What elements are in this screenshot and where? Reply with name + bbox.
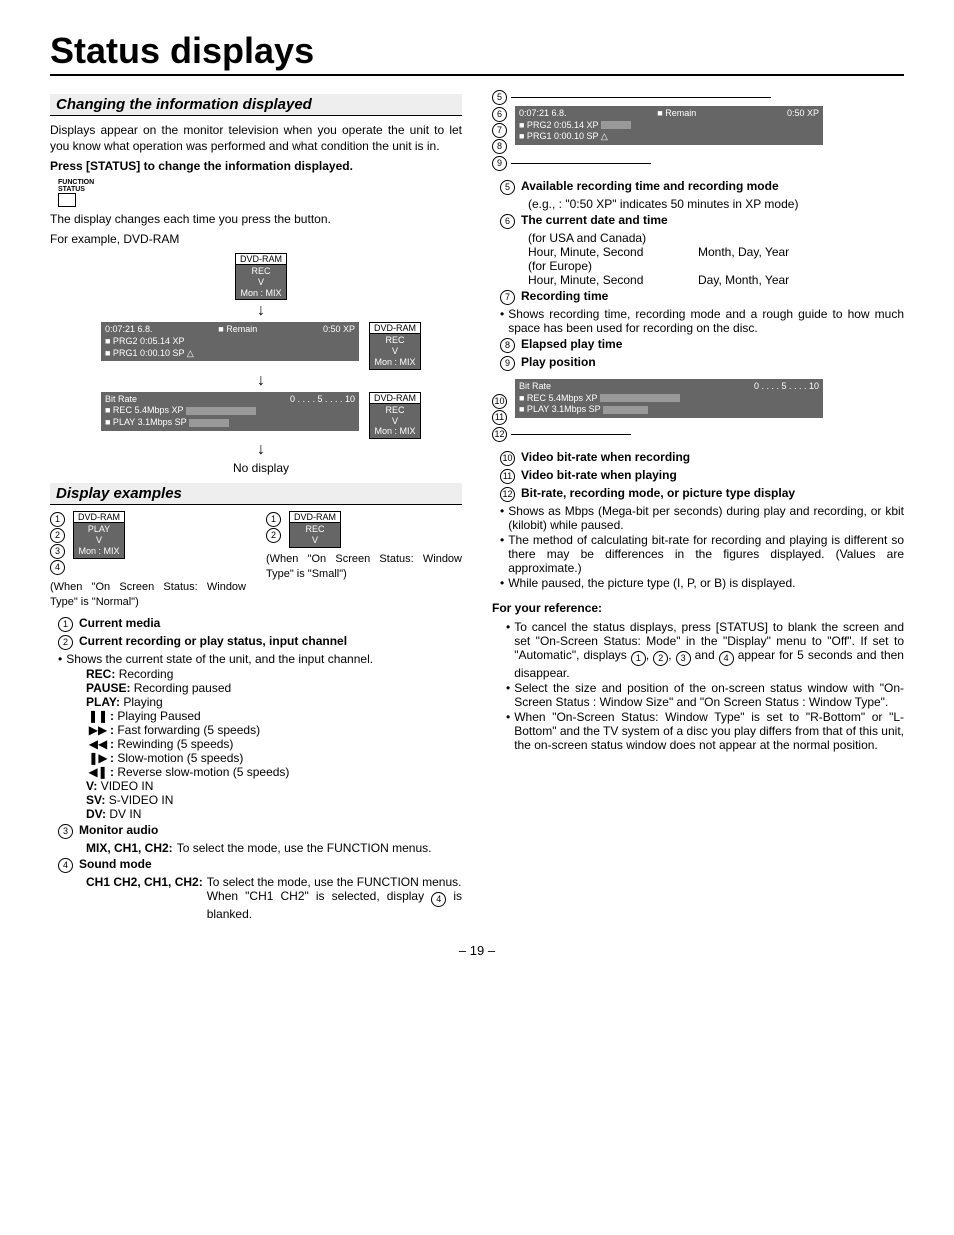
callout-6-icon: 6 bbox=[492, 107, 507, 122]
num-8-icon: 8 bbox=[500, 338, 515, 353]
ref-3: When "On-Screen Status: Window Type" is … bbox=[514, 710, 904, 752]
num-5-icon: 5 bbox=[500, 180, 515, 195]
normal-caption: (When "On Screen Status: Window Type" is… bbox=[50, 580, 246, 610]
callout-3-icon: 3 bbox=[50, 544, 65, 559]
callout-8-icon: 8 bbox=[492, 139, 507, 154]
item-2-desc: Shows the current state of the unit, and… bbox=[66, 652, 373, 666]
page-title: Status displays bbox=[50, 30, 904, 76]
section-heading-changing: Changing the information displayed bbox=[50, 94, 462, 116]
callout-5-icon: 5 bbox=[492, 90, 507, 105]
osd-bitrate-right: Bit Rate0 . . . . 5 . . . . 10 ■ REC 5.4… bbox=[515, 379, 823, 418]
osd-bitrate: Bit Rate0 . . . . 5 . . . . 10 ■ REC 5.4… bbox=[101, 392, 359, 431]
item-8-title: Elapsed play time bbox=[521, 337, 622, 351]
page-number: – 19 – bbox=[50, 943, 904, 958]
small-caption: (When "On Screen Status: Window Type" is… bbox=[266, 552, 462, 582]
arrow-down-icon: ↓ bbox=[60, 441, 462, 459]
inline-4-icon: 4 bbox=[431, 892, 446, 907]
slowmo-icon: ❚▶ bbox=[86, 751, 110, 765]
ff-icon: ▶▶ bbox=[86, 723, 110, 737]
rev-slowmo-icon: ◀❚ bbox=[86, 765, 110, 779]
osd-wide-1: 0:07:21 6.8.■ Remain0:50 XP ■ PRG2 0:05.… bbox=[101, 322, 359, 361]
ref-2: Select the size and position of the on-s… bbox=[514, 681, 904, 709]
inline-2-icon: 2 bbox=[653, 651, 668, 666]
item-3-title: Monitor audio bbox=[79, 823, 158, 837]
item-11-title: Video bit-rate when playing bbox=[521, 468, 677, 482]
function-label: FUNCTION bbox=[58, 179, 462, 186]
rw-icon: ◀◀ bbox=[86, 737, 110, 751]
num-7-icon: 7 bbox=[500, 290, 515, 305]
num-12-icon: 12 bbox=[500, 487, 515, 502]
changes-text: The display changes each time you press … bbox=[50, 211, 462, 227]
item-5-desc: (e.g., : "0:50 XP" indicates 50 minutes … bbox=[528, 197, 904, 211]
ref-1: To cancel the status displays, press [ST… bbox=[514, 620, 904, 680]
bitrate-bar-rec bbox=[186, 407, 256, 415]
no-display: No display bbox=[60, 461, 462, 475]
item-7-title: Recording time bbox=[521, 289, 608, 303]
callout-4-icon: 4 bbox=[50, 560, 65, 575]
callout-2b-icon: 2 bbox=[266, 528, 281, 543]
example-osd-normal: DVD-RAM PLAY V Mon : MIX bbox=[73, 511, 125, 558]
num-1-icon: 1 bbox=[58, 617, 73, 632]
num-2-icon: 2 bbox=[58, 635, 73, 650]
item-4-title: Sound mode bbox=[79, 857, 152, 871]
prog-bar-icon bbox=[601, 121, 631, 129]
item-5-title: Available recording time and recording m… bbox=[521, 179, 779, 193]
arrow-down-icon: ↓ bbox=[60, 372, 462, 390]
callout-12-icon: 12 bbox=[492, 427, 507, 442]
bitrate-bar-play bbox=[189, 419, 229, 427]
osd-box-1: DVD-RAM REC V Mon : MIX bbox=[235, 253, 287, 300]
inline-4b-icon: 4 bbox=[719, 651, 734, 666]
osd-wide-right: 0:07:21 6.8.■ Remain0:50 XP ■ PRG2 0:05.… bbox=[515, 106, 823, 145]
item-1-title: Current media bbox=[79, 616, 160, 630]
section-heading-examples: Display examples bbox=[50, 483, 462, 505]
osd-monmix: Mon : MIX bbox=[240, 288, 282, 299]
num-10-icon: 10 bbox=[500, 451, 515, 466]
callout-10-icon: 10 bbox=[492, 394, 507, 409]
press-instruction: Press [STATUS] to change the information… bbox=[50, 158, 462, 174]
num-3-icon: 3 bbox=[58, 824, 73, 839]
callout-1-icon: 1 bbox=[50, 512, 65, 527]
item-12-title: Bit-rate, recording mode, or picture typ… bbox=[521, 486, 795, 500]
example-text: For example, DVD-RAM bbox=[50, 231, 462, 247]
pause-icon: ❚❚ bbox=[86, 709, 110, 723]
item-10-title: Video bit-rate when recording bbox=[521, 450, 690, 464]
callout-7-icon: 7 bbox=[492, 123, 507, 138]
inline-1-icon: 1 bbox=[631, 651, 646, 666]
intro-text: Displays appear on the monitor televisio… bbox=[50, 122, 462, 154]
osd-dvdram: DVD-RAM bbox=[236, 254, 286, 265]
osd-box-3: DVD-RAM REC V Mon : MIX bbox=[369, 392, 421, 439]
num-4-icon: 4 bbox=[58, 858, 73, 873]
status-label: STATUS bbox=[58, 186, 462, 193]
callout-2-icon: 2 bbox=[50, 528, 65, 543]
osd-v: V bbox=[240, 277, 282, 288]
arrow-down-icon: ↓ bbox=[60, 302, 462, 320]
callout-1b-icon: 1 bbox=[266, 512, 281, 527]
osd-rec: REC bbox=[240, 266, 282, 277]
osd-box-2: DVD-RAM REC V Mon : MIX bbox=[369, 322, 421, 369]
num-9-icon: 9 bbox=[500, 356, 515, 371]
num-6-icon: 6 bbox=[500, 214, 515, 229]
item-2-title: Current recording or play status, input … bbox=[79, 634, 347, 648]
callout-9-icon: 9 bbox=[492, 156, 507, 171]
reference-heading: For your reference: bbox=[492, 600, 904, 616]
inline-3-icon: 3 bbox=[676, 651, 691, 666]
item-9-title: Play position bbox=[521, 355, 596, 369]
status-button-icon bbox=[58, 193, 76, 207]
num-11-icon: 11 bbox=[500, 469, 515, 484]
callout-11-icon: 11 bbox=[492, 410, 507, 425]
item-6-title: The current date and time bbox=[521, 213, 668, 227]
example-osd-small: DVD-RAM REC V bbox=[289, 511, 341, 548]
